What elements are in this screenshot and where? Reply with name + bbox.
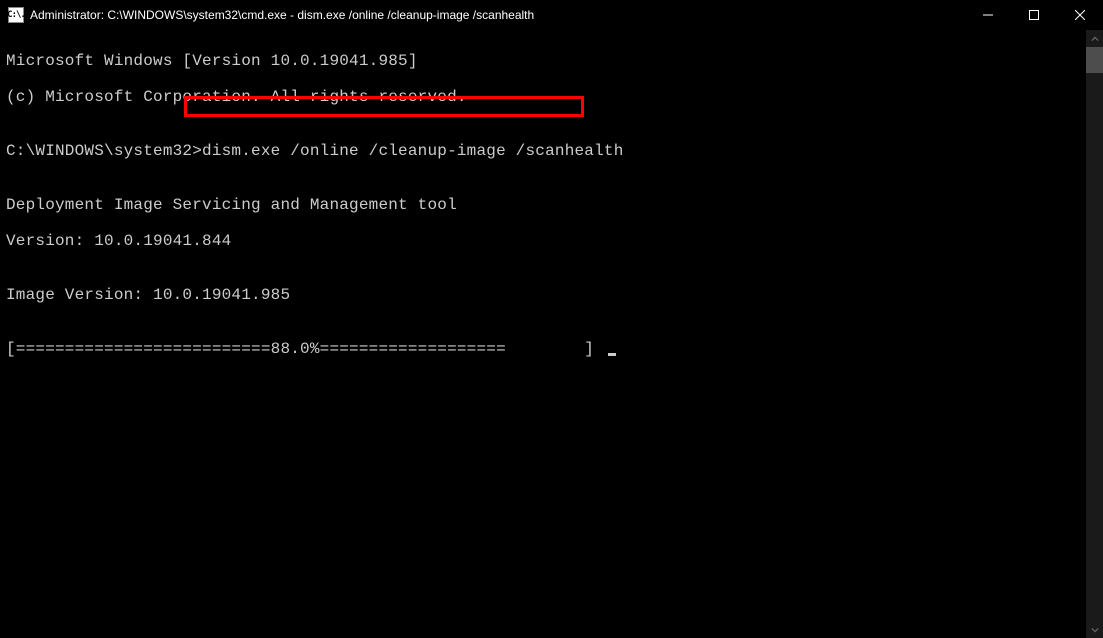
prompt-line: C:\WINDOWS\system32>dism.exe /online /cl… [6, 142, 1079, 160]
prompt-prefix: C:\WINDOWS\system32> [6, 142, 202, 160]
output-line: Deployment Image Servicing and Managemen… [6, 196, 1079, 214]
titlebar[interactable]: C:\. Administrator: C:\WINDOWS\system32\… [0, 0, 1103, 30]
minimize-button[interactable] [965, 0, 1011, 30]
progress-line: [==========================88.0%========… [6, 340, 1079, 358]
terminal-output[interactable]: Microsoft Windows [Version 10.0.19041.98… [0, 30, 1085, 398]
output-line: Microsoft Windows [Version 10.0.19041.98… [6, 52, 1079, 70]
window-controls [965, 0, 1103, 30]
scrollbar[interactable] [1086, 30, 1103, 638]
output-line: Version: 10.0.19041.844 [6, 232, 1079, 250]
close-button[interactable] [1057, 0, 1103, 30]
cursor [608, 353, 616, 356]
scroll-up-button[interactable] [1086, 30, 1103, 47]
entered-command: dism.exe /online /cleanup-image /scanhea… [202, 142, 623, 160]
maximize-button[interactable] [1011, 0, 1057, 30]
cmd-icon: C:\. [8, 7, 24, 23]
output-line: (c) Microsoft Corporation. All rights re… [6, 88, 1079, 106]
scroll-thumb[interactable] [1086, 47, 1103, 73]
scroll-down-button[interactable] [1086, 621, 1103, 638]
output-line: Image Version: 10.0.19041.985 [6, 286, 1079, 304]
window-title: Administrator: C:\WINDOWS\system32\cmd.e… [30, 8, 534, 22]
titlebar-left: C:\. Administrator: C:\WINDOWS\system32\… [0, 7, 534, 23]
